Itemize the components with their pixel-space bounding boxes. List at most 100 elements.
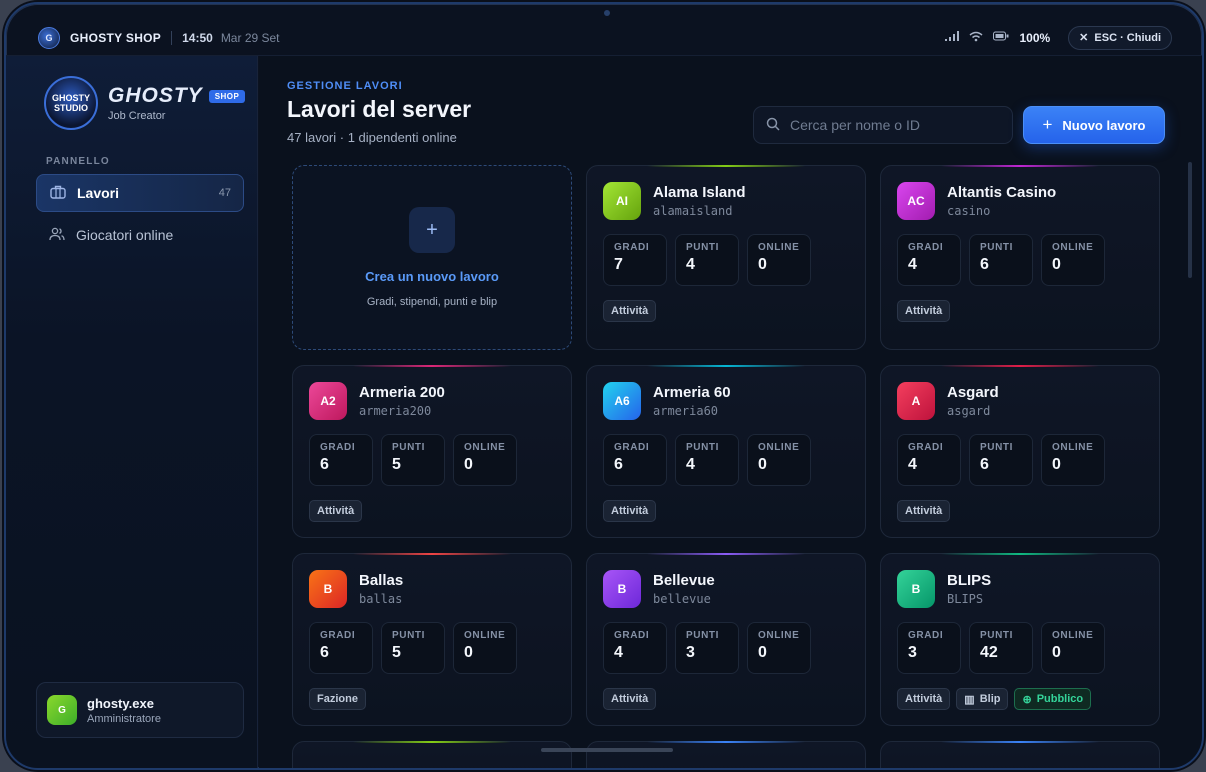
job-tags: Attività (603, 688, 657, 710)
card-glow (353, 365, 511, 367)
main-content: GESTIONE LAVORI Lavori del server 47 lav… (259, 56, 1202, 768)
stat-online: ONLINE 0 (1041, 434, 1105, 486)
job-name: Altantis Casino (947, 184, 1057, 201)
job-card-partial[interactable] (880, 741, 1160, 768)
job-tag-label: Attività (905, 693, 943, 705)
job-initials-icon: B (603, 570, 641, 608)
stat-label: PUNTI (392, 442, 425, 453)
card-glow (353, 553, 511, 555)
stat-value: 4 (908, 456, 917, 473)
job-card[interactable]: B Bellevue bellevue GRADI 4 PUNTI 3 ONLINE 0 Atti… (586, 553, 866, 726)
job-name: Armeria 60 (653, 384, 731, 401)
stat-label: GRADI (908, 242, 944, 253)
job-name: Ballas (359, 572, 404, 589)
stat-label: GRADI (320, 442, 356, 453)
stat-value: 0 (758, 256, 767, 273)
job-card[interactable]: AI Alama Island alamaisland GRADI 7 PUNTI 4 ONL… (586, 165, 866, 350)
job-card[interactable]: A Asgard asgard GRADI 4 PUNTI 6 ONLINE 0 Attività (880, 365, 1160, 538)
stat-value: 0 (1052, 644, 1061, 661)
job-tag: Attività (603, 688, 657, 710)
home-indicator (541, 748, 673, 752)
brand-badge: SHOP (208, 89, 246, 103)
stat-label: ONLINE (758, 242, 800, 253)
brand-logo-icon: G (38, 26, 60, 49)
job-card[interactable]: AC Altantis Casino casino GRADI 4 PUNTI 6 ONLIN… (880, 165, 1160, 350)
stat-value: 4 (614, 644, 623, 661)
briefcase-icon (49, 185, 67, 202)
stat-label: ONLINE (1052, 242, 1094, 253)
section-label: PANNELLO (46, 156, 110, 167)
job-card-partial[interactable] (586, 741, 866, 768)
stat-label: GRADI (320, 630, 356, 641)
page-title: Lavori del server (287, 96, 472, 122)
stat-value: 3 (686, 644, 695, 661)
job-tags: Attività (897, 500, 951, 522)
stat-online: ONLINE 0 (453, 434, 517, 486)
job-tags: Attività ▥ Blip ⊕ Pubblico (897, 688, 1092, 710)
brand-subtitle: Job Creator (108, 110, 166, 122)
close-icon: ✕ (1079, 32, 1089, 44)
stat-label: GRADI (908, 442, 944, 453)
stat-value: 4 (686, 256, 695, 273)
divider (171, 30, 173, 45)
stat-label: PUNTI (392, 630, 425, 641)
stat-points: PUNTI 3 (675, 622, 739, 674)
stat-value: 4 (686, 456, 695, 473)
search-input[interactable] (790, 117, 990, 133)
stat-grades: GRADI 3 (897, 622, 961, 674)
stat-points: PUNTI 6 (969, 234, 1033, 286)
stat-label: ONLINE (464, 442, 506, 453)
sidebar-item-giocatori-online[interactable]: Giocatori online (36, 216, 244, 254)
avatar: G (47, 695, 77, 725)
sidebar-item-label: Lavori (77, 185, 120, 201)
new-job-button[interactable]: + Nuovo lavoro (1023, 106, 1165, 144)
status-time: 14:50 (182, 30, 213, 45)
job-card[interactable]: A2 Armeria 200 armeria200 GRADI 6 PUNTI 5 ONLIN… (292, 365, 572, 538)
create-job-card[interactable]: + Crea un nuovo lavoro Gradi, stipendi, … (292, 165, 572, 350)
stat-value: 6 (320, 644, 329, 661)
search-box[interactable] (753, 106, 1013, 144)
stat-value: 0 (758, 456, 767, 473)
battery-icon (993, 31, 1009, 44)
stat-label: ONLINE (758, 442, 800, 453)
sidebar: GHOSTY STUDIO GHOSTY SHOP Job Creator PAN… (6, 56, 258, 768)
job-initials-icon: A2 (309, 382, 347, 420)
device-frame: G GHOSTY SHOP 14:50 Mar 29 Set 100% ✕ ES… (4, 2, 1204, 770)
stat-label: GRADI (908, 630, 944, 641)
job-id: armeria200 (359, 404, 432, 418)
job-tag: Attività (897, 500, 951, 522)
card-glow (941, 553, 1099, 555)
job-card[interactable]: B BLIPS BLIPS GRADI 3 PUNTI 42 ONLINE 0 Attività ▥… (880, 553, 1160, 726)
job-initials-icon: B (897, 570, 935, 608)
job-id: casino (947, 204, 991, 218)
stat-label: ONLINE (1052, 442, 1094, 453)
stat-value: 7 (614, 256, 623, 273)
job-card[interactable]: A6 Armeria 60 armeria60 GRADI 6 PUNTI 4 ONLINE 0… (586, 365, 866, 538)
stat-label: PUNTI (980, 630, 1013, 641)
brand-name: GHOSTY (108, 84, 203, 107)
stat-online: ONLINE 0 (453, 622, 517, 674)
stat-label: ONLINE (758, 630, 800, 641)
job-id: bellevue (653, 592, 711, 606)
stat-points: PUNTI 6 (969, 434, 1033, 486)
scrollbar[interactable] (1188, 162, 1192, 278)
user-card[interactable]: G ghosty.exe Amministratore (36, 682, 244, 738)
stat-points: PUNTI 42 (969, 622, 1033, 674)
user-name: ghosty.exe (87, 695, 154, 711)
job-name: Bellevue (653, 572, 715, 589)
job-stats: GRADI 4 PUNTI 6 ONLINE 0 (897, 434, 1105, 486)
job-name: Alama Island (653, 184, 746, 201)
job-tag: Attività (897, 688, 951, 710)
stat-label: PUNTI (686, 630, 719, 641)
card-glow (941, 365, 1099, 367)
stat-online: ONLINE 0 (1041, 622, 1105, 674)
job-initials-icon: A (897, 382, 935, 420)
page-eyebrow: GESTIONE LAVORI (287, 80, 403, 92)
card-glow (647, 165, 805, 167)
job-card-partial[interactable] (292, 741, 572, 768)
sidebar-item-lavori[interactable]: Lavori 47 (36, 174, 244, 212)
close-button[interactable]: ✕ ESC · Chiudi (1068, 25, 1172, 50)
stat-grades: GRADI 6 (603, 434, 667, 486)
job-card[interactable]: B Ballas ballas GRADI 6 PUNTI 5 ONLINE 0 Fazione (292, 553, 572, 726)
job-id: alamaisland (653, 204, 733, 218)
